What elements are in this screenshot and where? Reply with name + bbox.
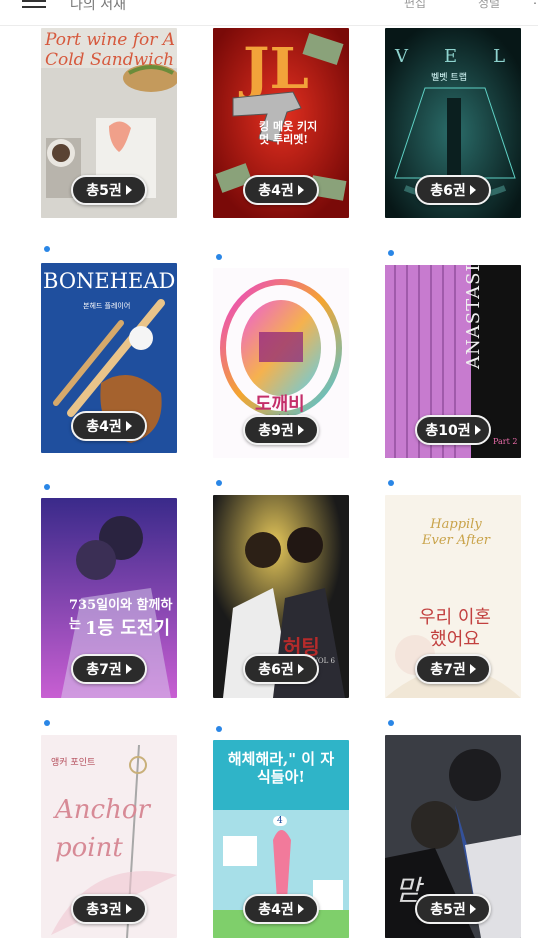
new-indicator-dot	[388, 720, 394, 726]
book-cover-12[interactable]: 맏 총5권	[385, 735, 521, 938]
play-arrow-icon	[125, 664, 132, 674]
volume-count-button[interactable]: 총10권	[415, 415, 491, 445]
new-indicator-dot	[44, 484, 50, 490]
volume-count-label: 총5권	[430, 902, 466, 918]
new-indicator-dot	[216, 254, 222, 260]
edit-button[interactable]: 편집	[404, 0, 426, 11]
volume-count-button[interactable]: 총4권	[243, 894, 319, 924]
play-arrow-icon	[125, 904, 132, 914]
new-indicator-dot	[216, 726, 222, 732]
play-arrow-icon	[469, 904, 476, 914]
volume-count-button[interactable]: 총4권	[71, 411, 147, 441]
book-cover-7[interactable]: 735일이와 함께하는 1등 도전기 총7권	[41, 498, 177, 698]
book-cover-1[interactable]: Port wine for A Cold Sandwich 총5권	[41, 28, 177, 218]
volume-count-label: 총4권	[86, 419, 122, 435]
cover-subtitle: 4	[273, 816, 287, 826]
cover-title: Anchor point	[55, 795, 150, 863]
volume-count-label: 총5권	[86, 183, 122, 199]
new-indicator-dot	[388, 250, 394, 256]
volume-count-label: 총4권	[258, 183, 294, 199]
book-cover-2[interactable]: JL 킹 메웃 키지 멋 투리멧! 총4권	[213, 28, 349, 218]
cover-subtitle: 앵커 포인트	[51, 758, 96, 768]
volume-count-label: 총3권	[86, 902, 122, 918]
cover-subtitle: 우리 이혼했어요	[419, 607, 491, 650]
volume-count-button[interactable]: 총3권	[71, 894, 147, 924]
book-cover-6[interactable]: ANASTASIA Part 2 총10권	[385, 265, 521, 458]
volume-count-button[interactable]: 총6권	[243, 654, 319, 684]
book-cover-10[interactable]: 앵커 포인트 Anchor point 총3권	[41, 735, 177, 938]
volume-count-label: 총7권	[430, 662, 466, 678]
volume-count-label: 총4권	[258, 902, 294, 918]
hamburger-menu-icon[interactable]	[22, 0, 48, 8]
new-indicator-dot	[44, 720, 50, 726]
cover-subtitle: 킹 메웃 키지 멋 투리멧!	[259, 120, 318, 146]
book-cover-8[interactable]: 허팅 VOL 6 총6권	[213, 495, 349, 698]
volume-count-label: 총6권	[258, 662, 294, 678]
volume-count-button[interactable]: 총9권	[243, 415, 319, 445]
volume-count-label: 총9권	[258, 423, 294, 439]
svg-text:JL: JL	[238, 36, 309, 102]
book-cover-3[interactable]: VEL 벨벳 트랩 총6권	[385, 28, 521, 218]
play-arrow-icon	[474, 425, 481, 435]
play-arrow-icon	[469, 185, 476, 195]
page-title: 나의 서재	[70, 0, 126, 13]
cover-title: 1등 도전기	[85, 618, 171, 639]
cover-title: 해체해라," 이 자식들아!	[227, 750, 335, 786]
new-indicator-dot	[216, 480, 222, 486]
volume-count-label: 총10권	[425, 423, 471, 439]
cover-subtitle: 벨벳 트랩	[431, 73, 467, 83]
play-arrow-icon	[297, 425, 304, 435]
sort-button[interactable]: 정렬	[478, 0, 500, 11]
cover-subtitle: 본헤드 플레이어	[83, 302, 131, 310]
book-cover-4[interactable]: BONEHEAD 본헤드 플레이어 총4권	[41, 263, 177, 453]
cover-title: VEL	[395, 46, 505, 67]
volume-count-label: 총7권	[86, 662, 122, 678]
kebab-icon[interactable]: ⋮	[529, 0, 538, 8]
volume-count-button[interactable]: 총5권	[415, 894, 491, 924]
new-indicator-dot	[44, 246, 50, 252]
book-cover-9[interactable]: Happily Ever After 우리 이혼했어요 총7권	[385, 495, 521, 698]
volume-count-button[interactable]: 총7권	[71, 654, 147, 684]
play-arrow-icon	[125, 421, 132, 431]
play-arrow-icon	[125, 185, 132, 195]
cover-title: BONEHEAD	[43, 269, 176, 293]
cover-subtitle: Part 2	[493, 437, 518, 446]
play-arrow-icon	[297, 664, 304, 674]
cover-title: Happily Ever After	[422, 517, 490, 548]
volume-count-button[interactable]: 총4권	[243, 175, 319, 205]
volume-count-button[interactable]: 총5권	[71, 175, 147, 205]
book-cover-5[interactable]: 도깨비 외전 총9권	[213, 268, 349, 458]
cover-title: ANASTASIA	[463, 265, 484, 369]
play-arrow-icon	[297, 904, 304, 914]
volume-count-button[interactable]: 총7권	[415, 654, 491, 684]
play-arrow-icon	[297, 185, 304, 195]
cover-title: Port wine for A Cold Sandwich	[45, 30, 176, 70]
new-indicator-dot	[388, 480, 394, 486]
book-cover-11[interactable]: 해체해라," 이 자식들아! 4 총4권	[213, 740, 349, 938]
play-arrow-icon	[469, 664, 476, 674]
volume-count-button[interactable]: 총6권	[415, 175, 491, 205]
volume-count-label: 총6권	[430, 183, 466, 199]
top-app-bar: 나의 서재 편집 정렬 ⋮	[0, 0, 538, 26]
